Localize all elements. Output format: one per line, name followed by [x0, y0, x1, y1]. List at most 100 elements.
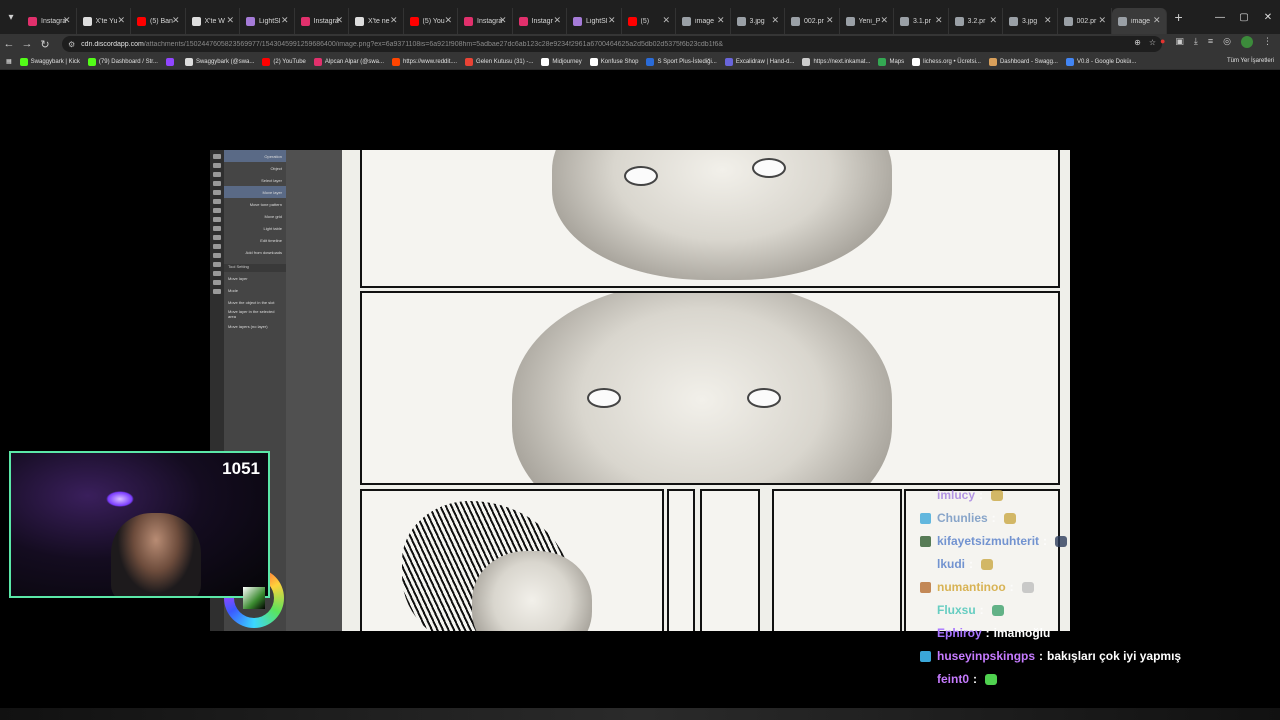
browser-tab[interactable]: X'te W ✕	[186, 8, 240, 34]
bookmark-item[interactable]: Dashboard - Swagg...	[988, 57, 1058, 66]
minimize-icon[interactable]: —	[1208, 12, 1232, 23]
new-tab-button[interactable]: +	[1175, 9, 1183, 25]
tab-search-button[interactable]: ▾	[0, 0, 22, 34]
tab-close-icon[interactable]: ✕	[1153, 15, 1161, 26]
tool-setting-item[interactable]: Mode	[224, 284, 286, 296]
profile-avatar[interactable]	[1241, 36, 1253, 48]
bookmark-item[interactable]: Swaggybark | Kick	[19, 57, 80, 66]
bookmark-star-icon[interactable]: ☆	[1149, 38, 1156, 47]
bookmark-item[interactable]: Konfuse Shop	[589, 57, 638, 66]
bottom-strip	[0, 708, 1280, 720]
bookmark-item[interactable]: Midjourney	[541, 57, 582, 66]
tab-close-icon[interactable]: ✕	[662, 15, 670, 26]
browser-tab[interactable]: image ✕	[1112, 8, 1167, 34]
sub-tool-item[interactable]: Select layer	[224, 174, 286, 186]
bookmark-favicon-icon	[87, 57, 96, 66]
bookmark-item[interactable]: Maps	[878, 57, 904, 66]
browser-tab[interactable]: 3.2.pr ✕	[949, 8, 1003, 34]
browser-tab[interactable]: X'te Yu ✕	[77, 8, 131, 34]
tab-close-icon[interactable]: ✕	[1098, 15, 1106, 26]
extension-icon[interactable]: ●	[1160, 36, 1165, 48]
browser-tab[interactable]: 3.jpg ✕	[1003, 8, 1058, 34]
sub-tool-item[interactable]: Light table	[224, 222, 286, 234]
tab-close-icon[interactable]: ✕	[390, 15, 398, 26]
tool-setting-item[interactable]: Move the object in the slot	[224, 296, 286, 308]
browser-tab[interactable]: 002.pr ✕	[785, 8, 840, 34]
tab-close-icon[interactable]: ✕	[826, 15, 834, 26]
menu-kebab-icon[interactable]: ⋮	[1263, 36, 1272, 48]
tab-close-icon[interactable]: ✕	[608, 15, 616, 26]
sub-tool-item[interactable]: Move layer	[224, 186, 286, 198]
bookmark-item[interactable]: (79) Dashboard / Str...	[87, 57, 158, 66]
sub-tool-item[interactable]: Edit timeline	[224, 234, 286, 246]
site-info-icon[interactable]: ⚙	[68, 40, 75, 49]
tool-setting-item[interactable]: Move layer	[224, 272, 286, 284]
forward-icon[interactable]: →	[18, 38, 36, 50]
tab-close-icon[interactable]: ✕	[281, 15, 289, 26]
sub-tool-item[interactable]: Move grid	[224, 210, 286, 222]
sub-tool-item[interactable]: Operation	[224, 150, 286, 162]
apps-grid-icon[interactable]: ▦	[6, 58, 12, 65]
tab-close-icon[interactable]: ✕	[1044, 15, 1052, 26]
bookmark-item[interactable]: (2) YouTube	[262, 57, 306, 66]
maximize-icon[interactable]: ▢	[1232, 12, 1256, 23]
tab-close-icon[interactable]: ✕	[117, 15, 125, 26]
browser-tab[interactable]: LightSl ✕	[240, 8, 295, 34]
webcam-lamp	[106, 491, 134, 507]
tab-close-icon[interactable]: ✕	[553, 15, 561, 26]
tab-close-icon[interactable]: ✕	[989, 15, 997, 26]
extensions-puzzle-icon[interactable]: ▣	[1175, 36, 1184, 48]
sub-tool-item[interactable]: Add from downloads	[224, 246, 286, 258]
tab-close-icon[interactable]: ✕	[63, 15, 71, 26]
browser-tab[interactable]: image ✕	[676, 8, 731, 34]
zoom-icon[interactable]: ⊕	[1134, 38, 1141, 47]
browser-tab[interactable]: Instagr ✕	[513, 8, 567, 34]
browser-tab[interactable]: LightSl ✕	[567, 8, 622, 34]
bookmark-item[interactable]	[165, 57, 177, 66]
browser-tab[interactable]: X'te ne ✕	[349, 8, 404, 34]
browser-tab[interactable]: Yeni_P ✕	[840, 8, 894, 34]
browser-tab[interactable]: Instagra ✕	[458, 8, 513, 34]
back-icon[interactable]: ←	[0, 38, 18, 50]
bookmark-item[interactable]: lichess.org • Ücretsi...	[912, 57, 981, 66]
customize-icon[interactable]: ≡	[1208, 36, 1213, 48]
sub-tool-item[interactable]: Move tone pattern	[224, 198, 286, 210]
browser-tab[interactable]: (5) You ✕	[404, 8, 458, 34]
tab-close-icon[interactable]: ✕	[226, 15, 234, 26]
chat-username: imlucy	[937, 488, 976, 502]
sub-tool-item[interactable]: Object	[224, 162, 286, 174]
tab-close-icon[interactable]: ✕	[771, 15, 779, 26]
reload-icon[interactable]: ↻	[36, 38, 54, 51]
browser-tab[interactable]: Instagra ✕	[295, 8, 349, 34]
close-window-icon[interactable]: ✕	[1256, 12, 1280, 23]
bookmark-item[interactable]: https://next.inkamat...	[802, 57, 870, 66]
bookmark-item[interactable]: Swaggybark (@swa...	[184, 57, 254, 66]
browser-tab[interactable]: 3.1.pr ✕	[894, 8, 949, 34]
browser-tab[interactable]: (5) ✕	[622, 8, 676, 34]
browser-tab[interactable]: Instagra ✕	[22, 8, 77, 34]
browser-tab[interactable]: (5) Ban ✕	[131, 8, 186, 34]
bookmark-item[interactable]: Alpcan Alpar (@swa...	[313, 57, 384, 66]
x-icon	[355, 16, 364, 26]
browser-tab[interactable]: 3.jpg ✕	[731, 8, 785, 34]
all-bookmarks-folder[interactable]: Tüm Yer İşaretleri	[1227, 58, 1274, 64]
bookmark-item[interactable]: V0.8 - Google Doküı...	[1065, 57, 1136, 66]
chat-emote-icon	[991, 489, 1004, 501]
tab-close-icon[interactable]: ✕	[172, 15, 180, 26]
tab-close-icon[interactable]: ✕	[444, 15, 452, 26]
tab-close-icon[interactable]: ✕	[935, 15, 943, 26]
tab-close-icon[interactable]: ✕	[717, 15, 725, 26]
tool-setting-item[interactable]: Move layer in the selected area	[224, 308, 286, 320]
address-bar[interactable]: ⚙ cdn.discordapp.com/attachments/1502447…	[62, 36, 1162, 52]
bookmark-item[interactable]: S Sport Plus-İstediği...	[646, 57, 717, 66]
download-icon[interactable]: ⤓	[1194, 36, 1198, 48]
google-lens-icon[interactable]: ◎	[1223, 36, 1231, 48]
tab-close-icon[interactable]: ✕	[335, 15, 343, 26]
tool-setting-item[interactable]: Move layers (no layer)	[224, 320, 286, 332]
browser-tab[interactable]: 002.pr ✕	[1058, 8, 1112, 34]
tab-close-icon[interactable]: ✕	[499, 15, 507, 26]
tab-close-icon[interactable]: ✕	[880, 15, 888, 26]
bookmark-item[interactable]: Excalidraw | Hand-d...	[724, 57, 794, 66]
bookmark-item[interactable]: Gelen Kutusu (31) -...	[465, 57, 533, 66]
bookmark-item[interactable]: https://www.reddit....	[392, 57, 457, 66]
